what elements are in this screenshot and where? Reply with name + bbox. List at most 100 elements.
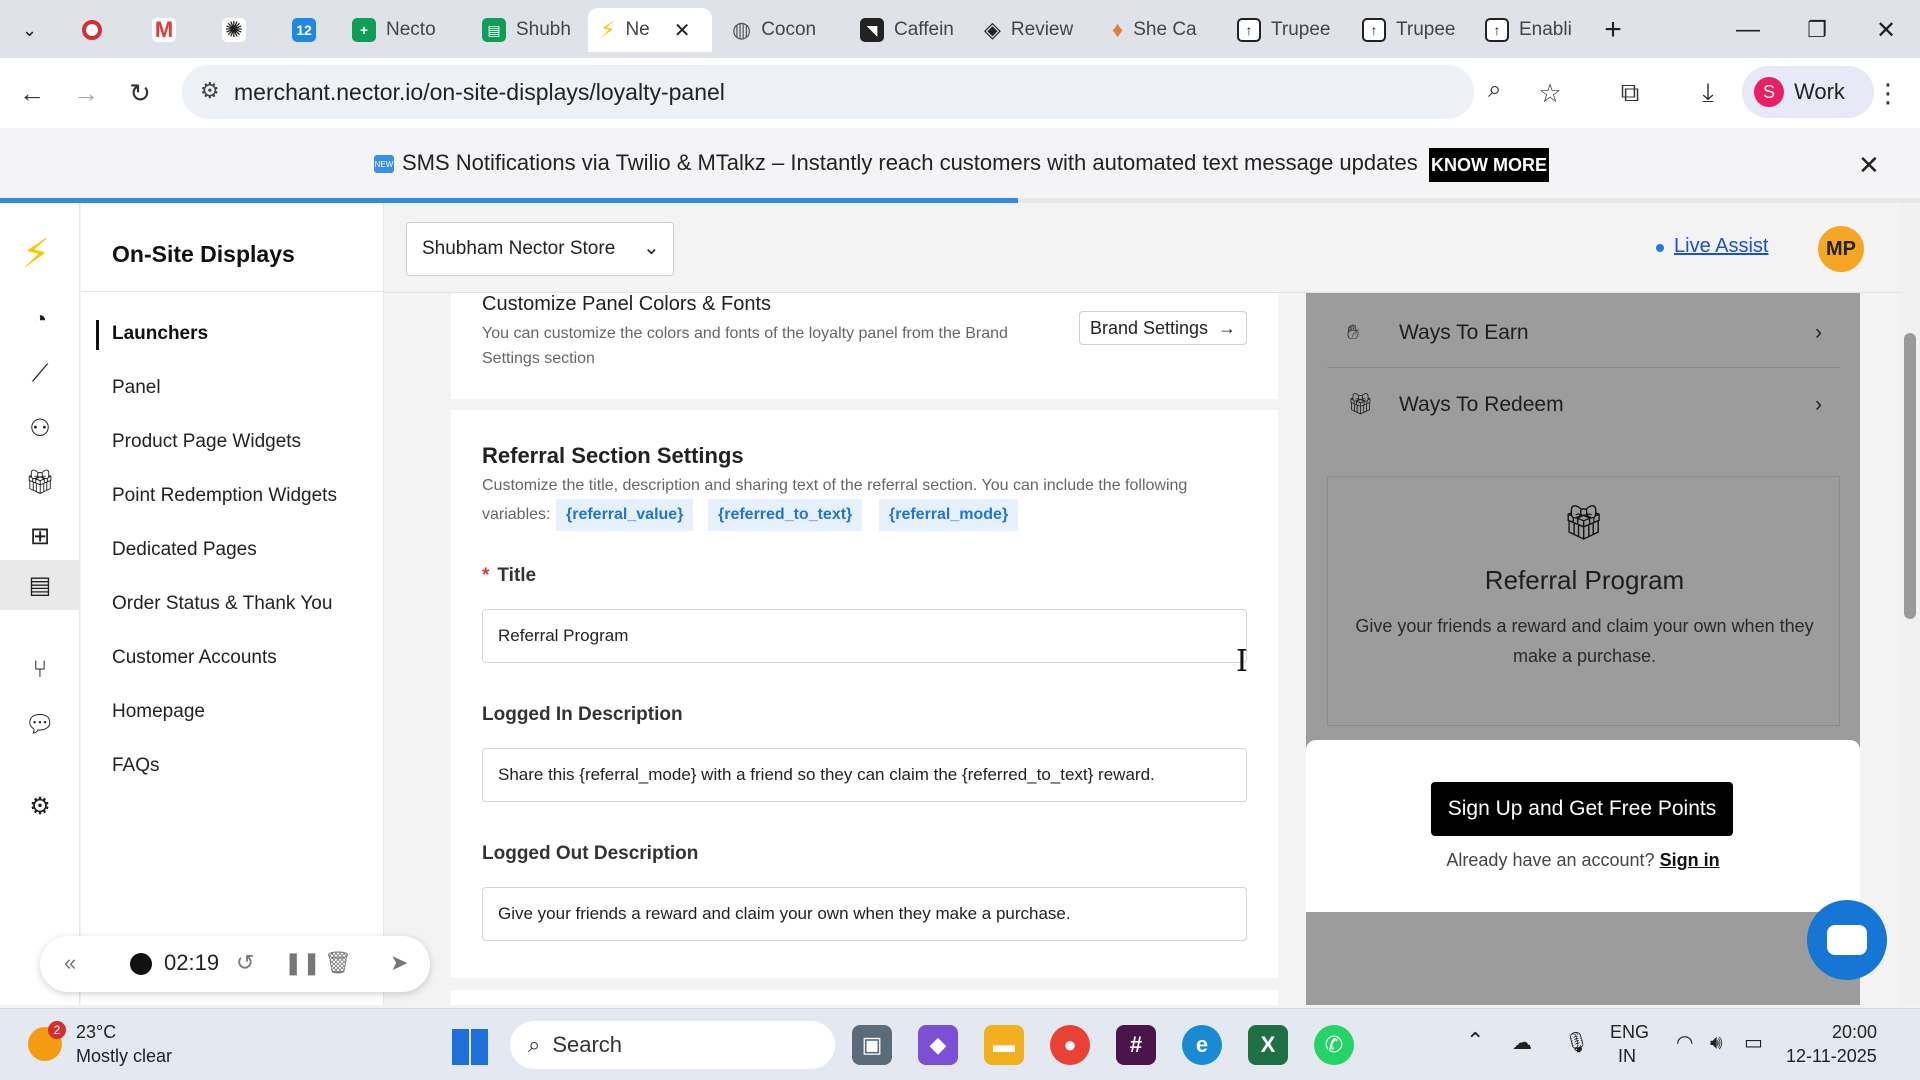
url-text[interactable]: merchant.nector.io/on-site-displays/loya… xyxy=(234,79,725,106)
minimize-button[interactable]: — xyxy=(1728,10,1768,50)
banner-close-icon[interactable]: ✕ xyxy=(1858,150,1880,181)
pointer-icon[interactable]: ➤ xyxy=(390,950,408,976)
sidebar-item-dedicated-pages[interactable]: Dedicated Pages xyxy=(112,539,257,561)
site-info-icon[interactable]: ⚙ xyxy=(200,78,220,104)
customers-icon[interactable]: ⚇ xyxy=(0,403,80,453)
close-window-button[interactable]: ✕ xyxy=(1866,10,1906,50)
tab-recorder[interactable] xyxy=(70,8,110,52)
extensions-icon[interactable]: ⧉ xyxy=(1610,73,1650,113)
tab-trupee-2[interactable]: ↑ Trupee xyxy=(1350,8,1475,52)
downloads-icon[interactable]: ⤓ xyxy=(1688,73,1728,113)
browser-menu-icon[interactable]: ⋮ xyxy=(1868,73,1908,113)
back-button[interactable]: ← xyxy=(12,73,52,113)
tab-she-can[interactable]: ♦ She Ca xyxy=(1100,8,1225,52)
tab-chatgpt[interactable]: ✺ xyxy=(210,8,250,52)
edge-icon[interactable]: e xyxy=(1182,1025,1222,1065)
colors-card-desc: You can customize the colors and fonts o… xyxy=(482,325,1008,367)
variable-chip-referral-mode[interactable]: {referral_mode} xyxy=(879,499,1019,531)
know-more-button[interactable]: KNOW MORE xyxy=(1429,148,1549,182)
signup-free-points-button[interactable]: Sign Up and Get Free Points xyxy=(1431,782,1733,836)
logged-out-description-input[interactable]: Give your friends a reward and claim you… xyxy=(482,887,1247,941)
analytics-icon[interactable]: ⟋ xyxy=(0,349,80,399)
temperature[interactable]: 23°C xyxy=(76,1020,116,1044)
clock-time[interactable]: 20:00 xyxy=(1832,1020,1877,1044)
scrollbar-thumb[interactable] xyxy=(1904,333,1916,619)
settings-gear-icon[interactable]: ⚙ xyxy=(0,781,80,831)
sidebar-item-homepage[interactable]: Homepage xyxy=(112,701,205,723)
slack-icon[interactable]: # xyxy=(1116,1025,1156,1065)
stop-record-icon[interactable] xyxy=(130,953,152,975)
forward-button[interactable]: → xyxy=(66,73,106,113)
preview-row-ways-to-earn[interactable]: ✋︎ Ways To Earn › xyxy=(1327,298,1840,368)
volume-icon[interactable]: 🔊︎ xyxy=(1710,1031,1723,1055)
reload-button[interactable]: ↻ xyxy=(120,73,160,113)
language-top[interactable]: ENG xyxy=(1610,1020,1649,1044)
collapse-icon[interactable]: « xyxy=(64,950,76,976)
whatsapp-icon[interactable]: ✆ xyxy=(1314,1025,1354,1065)
chat-support-icon[interactable]: 💬︎ xyxy=(0,699,80,749)
restart-icon[interactable]: ↺ xyxy=(236,950,254,976)
tab-sheet-nector[interactable]: + Necto xyxy=(340,8,460,52)
tab-gmail[interactable]: M xyxy=(140,8,180,52)
brand-settings-button[interactable]: Brand Settings → xyxy=(1079,311,1247,345)
tab-sheet-shubham[interactable]: ▤ Shubh xyxy=(470,8,590,52)
task-view-icon[interactable]: ▣ xyxy=(852,1025,892,1065)
new-tab-button[interactable]: + xyxy=(1593,10,1633,50)
trupee-icon: ↑ xyxy=(1237,18,1261,42)
sidebar-item-customer-accounts[interactable]: Customer Accounts xyxy=(112,647,277,669)
on-site-displays-icon[interactable]: ▤ xyxy=(0,560,80,610)
taskbar-search[interactable]: ⌕ Search xyxy=(510,1021,835,1069)
microphone-icon[interactable]: 🎙︎ xyxy=(1564,1031,1589,1055)
user-avatar[interactable]: MP xyxy=(1818,226,1864,272)
sidebar-item-product-page-widgets[interactable]: Product Page Widgets xyxy=(112,431,301,453)
tab-coconut[interactable]: ◍ Cocon xyxy=(720,8,845,52)
file-explorer-icon[interactable]: ▬ xyxy=(984,1025,1024,1065)
copilot-icon[interactable]: ◆ xyxy=(918,1025,958,1065)
restore-button[interactable]: ❐ xyxy=(1797,10,1837,50)
tab-nector-active[interactable]: ⚡ Ne ✕ xyxy=(588,8,712,52)
close-tab-icon[interactable]: ✕ xyxy=(674,18,691,43)
sidebar-item-panel[interactable]: Panel xyxy=(112,377,161,399)
page-scrollbar[interactable] xyxy=(1900,203,1920,1005)
battery-icon[interactable]: ▭ xyxy=(1744,1031,1763,1055)
excel-icon[interactable]: X xyxy=(1248,1025,1288,1065)
chat-widget-button[interactable] xyxy=(1807,900,1887,980)
tab-enabling[interactable]: ↑ Enabli xyxy=(1473,8,1598,52)
sidebar-item-launchers[interactable]: Launchers xyxy=(112,323,208,345)
zoom-icon[interactable]: ⌕ xyxy=(1488,76,1501,104)
language-bottom[interactable]: IN xyxy=(1618,1044,1636,1068)
delete-trash-icon[interactable]: 🗑︎ xyxy=(324,950,352,976)
bookmark-star-icon[interactable]: ☆ xyxy=(1530,73,1570,113)
sidebar-item-order-status[interactable]: Order Status & Thank You xyxy=(112,593,332,615)
store-selector[interactable]: Shubham Nector Store ⌄ xyxy=(406,222,674,276)
rewards-gift-icon[interactable]: 🎁︎ xyxy=(0,457,80,507)
tab-calendar[interactable]: 12 xyxy=(280,8,320,52)
tab-review[interactable]: ◈ Review xyxy=(972,8,1097,52)
tab-trupee-1[interactable]: ↑ Trupee xyxy=(1225,8,1350,52)
nector-logo[interactable]: ⚡ xyxy=(22,231,50,277)
sign-in-link[interactable]: Sign in xyxy=(1660,850,1720,870)
windows-start-icon[interactable] xyxy=(452,1029,488,1065)
profile-chip[interactable]: S Work xyxy=(1742,66,1874,118)
variable-chip-referral-value[interactable]: {referral_value} xyxy=(556,499,694,531)
apps-grid-icon[interactable]: ⊞ xyxy=(0,511,80,561)
tray-chevron-up-icon[interactable]: ⌃ xyxy=(1466,1029,1484,1053)
sidebar-item-point-redemption-widgets[interactable]: Point Redemption Widgets xyxy=(112,485,337,507)
onedrive-icon[interactable]: ☁ xyxy=(1512,1031,1532,1055)
sidebar-item-faqs[interactable]: FAQs xyxy=(112,755,160,777)
tab-caffeine[interactable]: ◥ Caffein xyxy=(848,8,973,52)
preview-row-ways-to-redeem[interactable]: 🎁︎ Ways To Redeem › xyxy=(1327,370,1840,440)
logged-in-description-input[interactable]: Share this {referral_mode} with a friend… xyxy=(482,748,1247,802)
live-assist-link[interactable]: Live Assist xyxy=(1674,235,1768,258)
clock-date[interactable]: 12-11-2025 xyxy=(1786,1044,1877,1068)
pause-icon[interactable]: ❚❚ xyxy=(284,950,321,976)
tab-search-button[interactable]: ⌄ xyxy=(10,8,48,52)
variable-chip-referred-to-text[interactable]: {referred_to_text} xyxy=(708,499,863,531)
wifi-icon[interactable]: ◠ xyxy=(1676,1031,1693,1055)
dashboard-icon[interactable]: ◔ xyxy=(0,295,80,345)
chrome-icon[interactable]: ● xyxy=(1050,1025,1090,1065)
weather-condition[interactable]: Mostly clear xyxy=(76,1044,172,1068)
title-input[interactable]: Referral Program xyxy=(482,609,1247,663)
address-bar[interactable]: ⚙ merchant.nector.io/on-site-displays/lo… xyxy=(182,65,1501,119)
workflows-branch-icon[interactable]: ⑂ xyxy=(0,645,80,695)
